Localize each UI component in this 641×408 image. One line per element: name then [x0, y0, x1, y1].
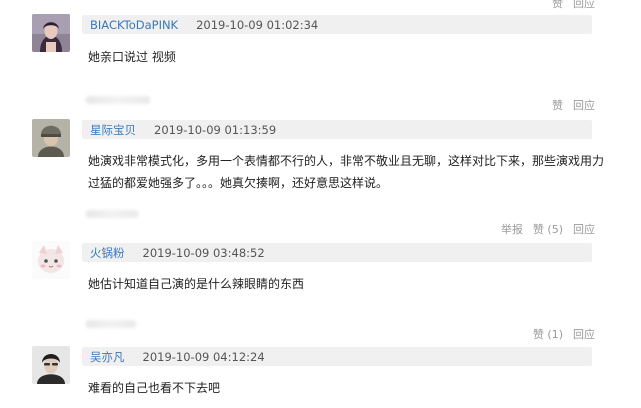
comment-header: 星际宝贝 2019-10-09 01:13:59 [82, 120, 592, 139]
avatar-image [32, 241, 70, 279]
comment-text: 她演戏非常模式化，多用一个表情都不行的人，非常不敬业且无聊，这样对比下来，那些演… [88, 154, 605, 190]
avatar[interactable] [32, 119, 70, 157]
reply-button[interactable]: 回应 [573, 97, 595, 113]
reply-button[interactable]: 回应 [573, 221, 595, 237]
comment-header: 吴亦凡 2019-10-09 04:12:24 [82, 347, 592, 366]
comment-time: 2019-10-09 01:02:34 [196, 17, 319, 32]
avatar-image [32, 346, 70, 384]
comment-header: BIACKToDaPINK 2019-10-09 01:02:34 [82, 15, 592, 34]
comment-text: 她亲口说过 视频 [88, 50, 176, 64]
like-button[interactable]: 赞 (1) [533, 326, 563, 342]
username-link[interactable]: 吴亦凡 [82, 349, 125, 365]
avatar[interactable] [32, 14, 70, 52]
report-button[interactable]: 举报 [501, 221, 523, 237]
blurred-text [86, 96, 150, 104]
comment-actions: 赞 (1) 回应 [533, 327, 595, 341]
username-link[interactable]: 星际宝贝 [82, 122, 136, 138]
comment-time: 2019-10-09 04:12:24 [142, 349, 265, 364]
avatar-image [32, 14, 70, 52]
top-comment-actions: 赞 回应 [552, 0, 595, 10]
avatar-image [32, 119, 70, 157]
comment-feed: 赞 回应 BIACKToDaPINK 2019-10-09 01:02:34 她… [0, 0, 641, 408]
like-button[interactable]: 赞 (5) [533, 221, 563, 237]
comment-text: 她估计知道自己演的是什么辣眼睛的东西 [88, 277, 305, 291]
comment-text: 难看的自己也看不下去吧 [88, 381, 221, 395]
like-button[interactable]: 赞 [552, 0, 563, 11]
comment-actions: 赞 回应 [552, 98, 595, 112]
comment-actions: 举报 赞 (5) 回应 [501, 222, 595, 236]
like-button[interactable]: 赞 [552, 97, 563, 113]
comment-header: 火锅粉 2019-10-09 03:48:52 [82, 243, 592, 262]
blurred-text [86, 210, 138, 218]
reply-button[interactable]: 回应 [573, 326, 595, 342]
reply-button[interactable]: 回应 [573, 0, 595, 11]
username-link[interactable]: BIACKToDaPINK [82, 18, 178, 32]
avatar[interactable] [32, 241, 70, 279]
blurred-text [86, 320, 136, 328]
username-link[interactable]: 火锅粉 [82, 245, 125, 261]
comment-time: 2019-10-09 01:13:59 [154, 122, 277, 137]
avatar[interactable] [32, 346, 70, 384]
comment-time: 2019-10-09 03:48:52 [142, 245, 265, 260]
